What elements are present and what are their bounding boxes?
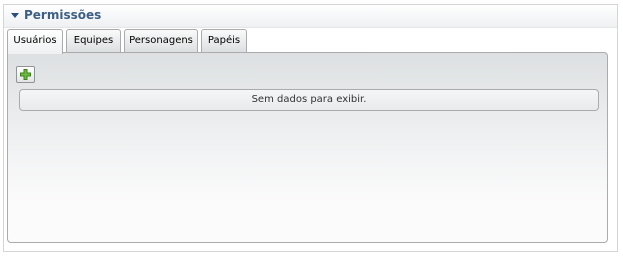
tab-equipes[interactable]: Equipes [66, 29, 121, 52]
empty-data-message: Sem dados para exibir. [19, 89, 599, 111]
tab-usuarios[interactable]: Usuários [7, 29, 63, 54]
add-user-button[interactable] [16, 66, 35, 83]
tab-content-usuarios: Sem dados para exibir. [7, 52, 608, 243]
tab-personagens[interactable]: Personagens [124, 29, 198, 52]
panel-title: Permissões [24, 8, 102, 22]
collapse-triangle-icon[interactable] [11, 13, 19, 18]
plus-icon [20, 69, 31, 80]
tab-papeis[interactable]: Papéis [201, 29, 247, 52]
panel-header[interactable]: Permissões [4, 5, 617, 28]
